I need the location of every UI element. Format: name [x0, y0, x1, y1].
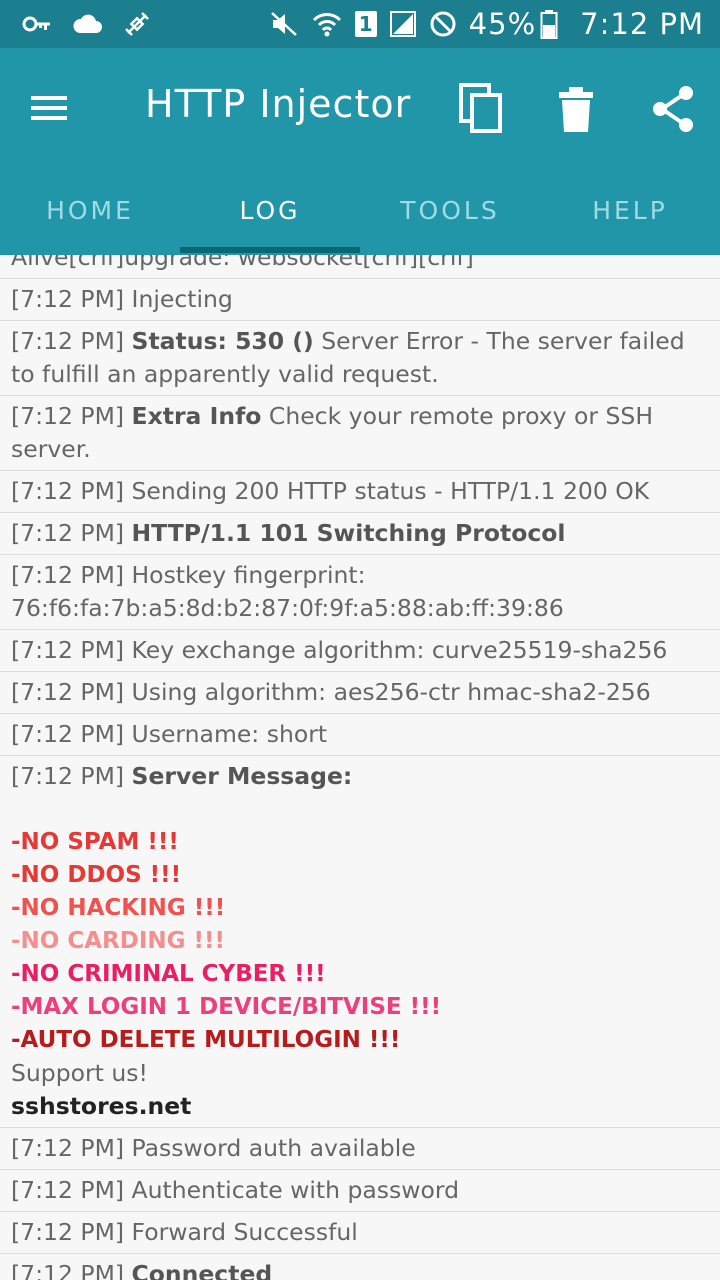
share-log-button[interactable] — [650, 84, 696, 134]
log-text: Key exchange algorithm: curve25519-sha25… — [131, 636, 668, 664]
hamburger-menu-icon — [31, 96, 67, 120]
copy-icon — [459, 83, 502, 133]
log-entry: [7:12 PM] Status: 530 () Server Error - … — [0, 321, 720, 396]
server-message-line: -AUTO DELETE MULTILOGIN !!! — [11, 1027, 401, 1053]
tab-home[interactable]: HOME — [0, 166, 180, 255]
log-time: [7:12 PM] — [11, 477, 125, 505]
tab-tools[interactable]: TOOLS — [360, 166, 540, 255]
log-text: Alive[crlf]upgrade: websocket[crlf][crlf… — [11, 255, 474, 271]
sim-slot-label: 1 — [358, 12, 373, 36]
cloud-icon — [72, 13, 102, 35]
share-icon — [653, 86, 693, 132]
log-time: [7:12 PM] — [11, 561, 125, 589]
log-entry: [7:12 PM] HTTP/1.1 101 Switching Protoco… — [0, 513, 720, 555]
server-message-line: -NO SPAM !!! — [11, 829, 179, 855]
trash-icon — [559, 87, 593, 132]
log-entry: [7:12 PM] Connected — [0, 1254, 720, 1280]
log-text: Authenticate with password — [131, 1176, 460, 1204]
status-bar-system: 1 45% 7:12 PM — [257, 7, 704, 41]
server-message-line: -NO DDOS !!! — [11, 862, 182, 888]
log-content: Alive[crlf]upgrade: websocket[crlf][crlf… — [0, 255, 720, 1280]
app-title: HTTP Injector — [145, 82, 412, 126]
log-bold-text: Connected — [131, 1260, 273, 1280]
log-time: [7:12 PM] — [11, 1260, 125, 1280]
log-bold-text: HTTP/1.1 101 Switching Protocol — [131, 519, 566, 547]
tab-help[interactable]: HELP — [540, 166, 720, 255]
server-message-line: -MAX LOGIN 1 DEVICE/BITVISE !!! — [11, 994, 442, 1020]
server-message-line: -NO CRIMINAL CYBER !!! — [11, 961, 326, 987]
server-message-label: Server Message: — [131, 762, 353, 790]
log-time: [7:12 PM] — [11, 327, 125, 355]
log-time: [7:12 PM] — [11, 720, 125, 748]
log-text: Username: short — [131, 720, 328, 748]
log-text: Injecting — [131, 285, 233, 313]
mute-icon — [269, 10, 299, 38]
signal-icon — [389, 10, 417, 38]
key-icon — [22, 14, 52, 34]
server-message-line: -NO HACKING !!! — [11, 895, 226, 921]
log-entry: [7:12 PM] Sending 200 HTTP status - HTTP… — [0, 471, 720, 513]
app-bar: HTTP Injector HOME LOG TOOLS HELP — [0, 48, 720, 255]
log-entry: [7:12 PM] Username: short — [0, 714, 720, 756]
log-text: Using algorithm: aes256-ctr hmac-sha2-25… — [131, 678, 651, 706]
tab-log[interactable]: LOG — [180, 166, 360, 255]
log-list[interactable]: Alive[crlf]upgrade: websocket[crlf][crlf… — [0, 255, 720, 1280]
tab-indicator — [180, 247, 360, 253]
toolbar: HTTP Injector — [0, 48, 720, 166]
copy-log-button[interactable] — [458, 82, 504, 134]
log-entry: [7:12 PM] Using algorithm: aes256-ctr hm… — [0, 672, 720, 714]
log-time: [7:12 PM] — [11, 762, 125, 790]
battery-percent: 45% — [468, 7, 537, 41]
log-time: [7:12 PM] — [11, 636, 125, 664]
support-site: sshstores.net — [11, 1092, 192, 1120]
log-time: [7:12 PM] — [11, 1218, 125, 1246]
do-not-disturb-icon — [429, 10, 457, 38]
status-bar: 1 45% 7:12 PM — [0, 0, 720, 48]
log-text: Forward Successful — [131, 1218, 358, 1246]
log-time: [7:12 PM] — [11, 1176, 125, 1204]
status-bar-notifications — [22, 9, 172, 39]
tab-bar: HOME LOG TOOLS HELP — [0, 166, 720, 255]
clear-log-button[interactable] — [558, 84, 594, 134]
battery-icon — [540, 9, 558, 39]
log-entry: [7:12 PM] Forward Successful — [0, 1212, 720, 1254]
log-time: [7:12 PM] — [11, 678, 125, 706]
log-entry: [7:12 PM] Key exchange algorithm: curve2… — [0, 630, 720, 672]
log-bold-text: Status: 530 () — [131, 327, 314, 355]
log-entry-partial: Alive[crlf]upgrade: websocket[crlf][crlf… — [0, 255, 720, 279]
log-bold-text: Extra Info — [131, 402, 262, 430]
wifi-icon — [311, 10, 343, 38]
log-entry: [7:12 PM] Hostkey fingerprint: 76:f6:fa:… — [0, 555, 720, 630]
log-time: [7:12 PM] — [11, 519, 125, 547]
log-text: Password auth available — [131, 1134, 416, 1162]
sim-icon: 1 — [354, 11, 377, 37]
log-time: [7:12 PM] — [11, 1134, 125, 1162]
log-entry: [7:12 PM] Authenticate with password — [0, 1170, 720, 1212]
log-entry: [7:12 PM] Injecting — [0, 279, 720, 321]
log-time: [7:12 PM] — [11, 402, 125, 430]
server-message-line: -NO CARDING !!! — [11, 928, 225, 954]
satellite-icon — [122, 9, 152, 39]
menu-button[interactable] — [27, 88, 71, 128]
log-text: Sending 200 HTTP status - HTTP/1.1 200 O… — [131, 477, 650, 505]
log-entry: [7:12 PM] Extra Info Check your remote p… — [0, 396, 720, 471]
log-entry: [7:12 PM] Password auth available — [0, 1128, 720, 1170]
log-entry-server-message: [7:12 PM] Server Message: -NO SPAM !!! -N… — [0, 756, 720, 1128]
log-time: [7:12 PM] — [11, 285, 125, 313]
clock: 7:12 PM — [580, 7, 704, 41]
support-text: Support us! — [11, 1059, 148, 1087]
